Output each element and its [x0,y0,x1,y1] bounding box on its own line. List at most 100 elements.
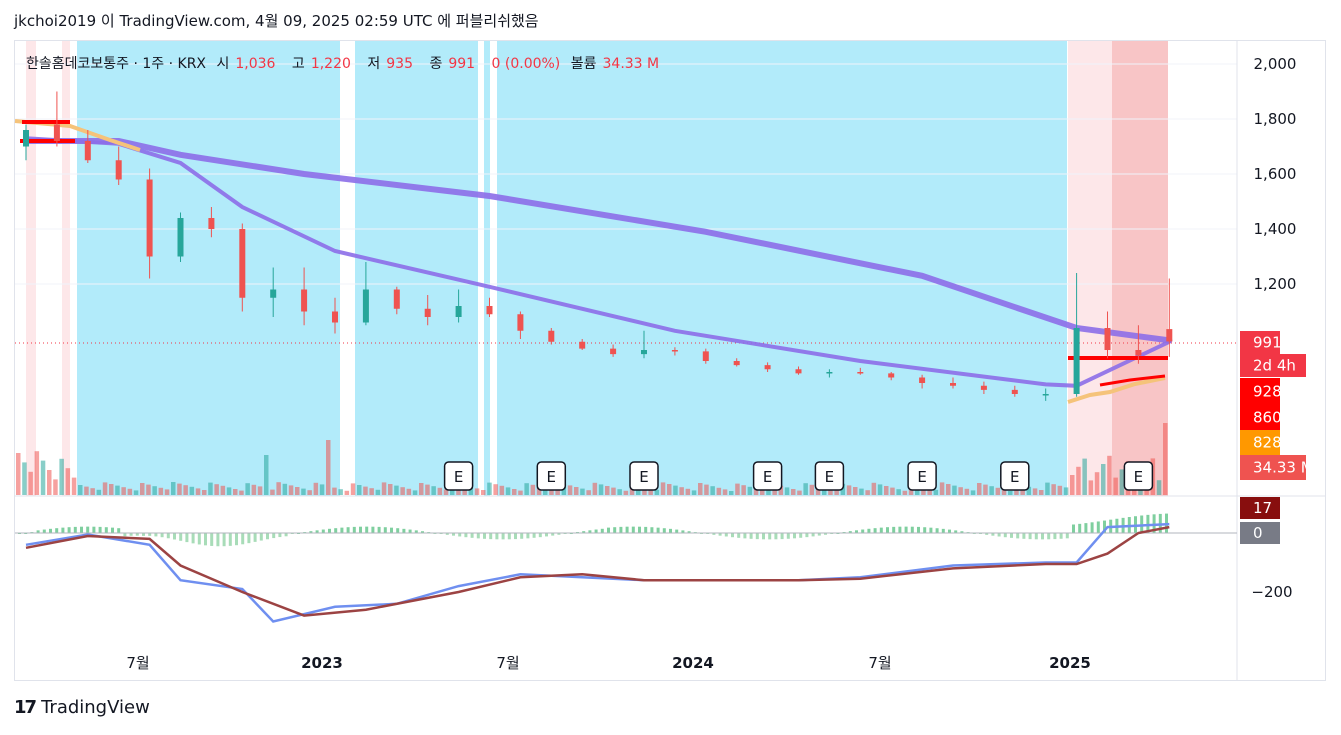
volume-bar [803,483,808,495]
volume-bar [1094,472,1100,495]
volume-bar [208,482,213,495]
macd-histogram-bar [371,526,375,533]
volume-bar [574,487,579,495]
macd-tick-label: −200 [1251,583,1292,601]
macd-histogram-bar [247,533,251,544]
volume-bar [276,482,281,495]
volume-bar [381,482,387,495]
candle [857,372,864,374]
volume-bar [264,455,269,495]
macd-histogram-bar [526,533,530,539]
earnings-marker: E [752,461,783,491]
volume-bar [1107,455,1112,495]
bullish-zone [1112,41,1168,496]
volume-bar [1163,423,1168,495]
volume-bar [487,482,492,495]
volume-bar [133,490,139,495]
volume-bar [493,484,498,495]
macd-histogram-bar [495,533,499,540]
time-tick-label: 7월 [868,654,891,672]
price-badge: 828 [1240,430,1282,455]
macd-histogram-bar [346,527,350,533]
macd-histogram-bar [768,533,772,540]
volume-bar [282,483,288,495]
price-badge: 860 [1240,405,1282,430]
open-label: 시 [216,56,230,72]
macd-histogram-bar [774,533,778,540]
macd-histogram-bar [328,528,331,533]
bearish-zone [77,41,1067,496]
volume-bar [902,490,908,495]
macd-histogram-bar [514,533,517,540]
macd-histogram-bar [545,533,548,537]
volume-bar [679,487,684,495]
candle [393,289,400,309]
macd-histogram-bar [241,533,245,545]
candle [270,289,277,298]
volume-bar [1070,475,1075,495]
candle [486,306,493,315]
volume-bar [983,484,988,495]
macd-histogram-bar [625,526,629,533]
macd-histogram-bar [1072,524,1075,533]
candle [239,229,246,298]
candle [919,377,926,383]
earnings-label: E [1010,468,1019,486]
macd-histogram-bar [638,526,641,533]
volume-bar [474,488,480,495]
macd-histogram-bar [538,533,542,538]
earnings-marker: E [1000,461,1030,491]
macd-histogram-bar [1078,523,1082,533]
time-tick-label: 2023 [301,654,343,672]
volume-bar [698,483,703,495]
macd-histogram-bar [42,529,46,533]
time-tick-label: 7월 [126,654,149,672]
volume-bar [673,485,678,495]
symbol-legend: 한솔홈데코보통주 · 1주 · KRX 시 1,036 고 1,220 저 935 종… [26,53,671,73]
macd-histogram-bar [173,533,176,540]
macd-histogram-bar [458,533,462,537]
volume-bar [933,489,939,495]
macd-histogram-bar [1059,533,1063,539]
volume-bar [140,483,145,495]
volume-bar [598,484,604,495]
volume-bar [884,486,889,495]
price-tick-label: 2,000 [1254,55,1297,73]
badge-label: 0 [1253,524,1263,542]
candle [1166,329,1173,342]
volume-bar [722,489,728,495]
candle [579,341,586,349]
macd-histogram-bar [272,533,276,539]
volume-bar [400,487,405,495]
volume-bar [716,487,722,495]
volume-bar [946,484,951,495]
macd-histogram-bar [390,527,393,533]
volume-bar [226,487,232,495]
volume-bar [53,479,58,495]
volume-value: 34.33 M [602,56,660,72]
candle [548,330,555,342]
volume-bar [660,482,666,495]
macd-histogram-bar [910,526,914,533]
volume-bar [78,485,83,495]
earnings-marker: E [1123,461,1154,491]
volume-bar [586,490,591,495]
volume-bar [481,490,486,495]
macd-histogram-bar [396,528,400,533]
macd-histogram-bar [154,533,158,537]
macd-histogram-bar [532,533,536,538]
volume-bar [735,483,740,495]
macd-histogram-bar [619,526,623,533]
chart[interactable]: E E E E E E E E 2,000 1,800 1,600 1,400 1,200 −200 7월… [0,0,1341,735]
candle [702,351,709,361]
macd-histogram-bar [898,526,902,533]
volume-bar [301,488,306,495]
macd-histogram-bar [520,533,524,539]
volume-label: 볼륨 [570,56,597,72]
close-label: 종 [429,56,443,72]
macd-histogram-bar [805,533,809,538]
macd-histogram-bar [470,533,474,538]
volume-bar [270,489,275,495]
macd-histogram-bar [923,527,927,533]
volume-bar [158,487,164,495]
